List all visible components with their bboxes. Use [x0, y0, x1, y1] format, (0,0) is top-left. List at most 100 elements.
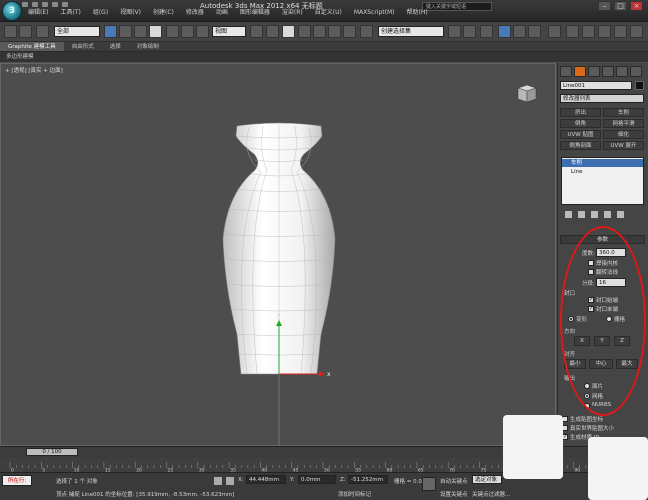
new-file-icon[interactable] — [22, 2, 28, 7]
perspective-viewport[interactable]: + [透视] [真实 + 边面] x y — [0, 63, 557, 447]
minimize-icon[interactable]: – — [598, 1, 611, 11]
rendered-frame-icon[interactable] — [582, 25, 595, 38]
redo-icon[interactable] — [62, 2, 68, 7]
undo-icon[interactable] — [4, 25, 17, 38]
show-end-result-icon[interactable] — [578, 211, 585, 218]
manipulate-icon[interactable] — [266, 25, 279, 38]
menu-create[interactable]: 创建(C) — [147, 8, 180, 18]
selection-filter-dropdown[interactable]: 全部 — [54, 26, 100, 37]
material-editor-icon[interactable] — [548, 25, 561, 38]
render-icon[interactable] — [598, 25, 611, 38]
y-coordinate-field[interactable]: 0.0mm — [298, 475, 336, 484]
make-unique-icon[interactable] — [591, 211, 598, 218]
uvw-map-button[interactable]: UVW 贴图 — [560, 130, 601, 139]
maximize-icon[interactable]: □ — [614, 1, 627, 11]
menu-group[interactable]: 组(G) — [87, 8, 114, 18]
menu-rendering[interactable]: 渲染(R) — [276, 8, 309, 18]
window-crossing-icon[interactable] — [149, 25, 162, 38]
maxscript-listener-badge[interactable]: 所在行: — [2, 475, 32, 486]
menu-maxscript[interactable]: MAXScript(M) — [348, 8, 401, 18]
z-label: Z: — [340, 477, 346, 483]
scale-icon[interactable] — [196, 25, 209, 38]
utilities-tab-icon[interactable] — [630, 66, 642, 77]
rotate-icon[interactable] — [181, 25, 194, 38]
vase-model[interactable]: x y — [1, 64, 557, 447]
link-icon[interactable] — [36, 25, 49, 38]
tab-freeform[interactable]: 自由形式 — [64, 42, 102, 51]
open-file-icon[interactable] — [32, 2, 38, 7]
motion-tab-icon[interactable] — [602, 66, 614, 77]
modifier-list-dropdown[interactable]: 修改器列表 — [560, 94, 644, 103]
redo-icon[interactable] — [19, 25, 32, 38]
display-tab-icon[interactable] — [616, 66, 628, 77]
absolute-mode-icon[interactable] — [226, 477, 234, 485]
time-slider[interactable]: 0 / 100 — [26, 448, 78, 456]
menu-animation[interactable]: 动画 — [210, 8, 234, 18]
configure-sets-icon[interactable] — [617, 211, 624, 218]
modify-tab-icon[interactable] — [574, 66, 586, 77]
menu-customize[interactable]: 自定义(U) — [309, 8, 348, 18]
menu-edit[interactable]: 编辑(E) — [22, 8, 54, 18]
tab-object-paint[interactable]: 对象绘制 — [129, 42, 167, 51]
ribbon-panel-label[interactable]: 多边形建模 — [0, 52, 648, 62]
key-filters-button[interactable]: 关键点过滤器... — [472, 490, 510, 498]
remove-modifier-icon[interactable] — [604, 211, 611, 218]
schematic-view-icon[interactable] — [528, 25, 541, 38]
add-time-tag[interactable]: 添加时间标记 — [338, 490, 371, 498]
named-selection-dropdown[interactable]: 创建选择集 — [378, 26, 444, 37]
z-coordinate-field[interactable]: -51.252mm — [348, 475, 388, 484]
object-name-field[interactable]: Line001 — [560, 81, 632, 90]
object-color-swatch[interactable] — [635, 81, 644, 90]
tab-graphite[interactable]: Graphite 建模工具 — [0, 42, 64, 51]
graphite-toggle-icon[interactable] — [498, 25, 511, 38]
modifier-stack[interactable]: 车削 Line — [561, 157, 644, 205]
spinner-snap-icon[interactable] — [343, 25, 356, 38]
bevel-profile-button[interactable]: 倒角剖面 — [560, 141, 601, 150]
render-setup-icon[interactable] — [566, 25, 579, 38]
save-icon[interactable] — [42, 2, 48, 7]
align-icon[interactable] — [463, 25, 476, 38]
close-icon[interactable]: × — [630, 1, 643, 11]
hierarchy-tab-icon[interactable] — [588, 66, 600, 77]
menu-help[interactable]: 帮助(H) — [401, 8, 434, 18]
pivot-icon[interactable] — [250, 25, 263, 38]
lathe-button[interactable]: 车削 — [603, 108, 644, 117]
edit-named-selections-icon[interactable] — [360, 25, 373, 38]
tab-selection[interactable]: 选择 — [102, 42, 129, 51]
app-logo-icon[interactable]: 3 — [2, 1, 22, 21]
extrude-button[interactable]: 挤出 — [560, 108, 601, 117]
menu-views[interactable]: 视图(V) — [114, 8, 147, 18]
key-mode-icon[interactable] — [422, 477, 436, 491]
auto-key-button[interactable]: 自动关键点 — [440, 477, 468, 485]
set-key-button[interactable]: 设置关键点 — [440, 490, 468, 498]
select-by-name-icon[interactable] — [119, 25, 132, 38]
menu-modifiers[interactable]: 修改器 — [180, 8, 210, 18]
layer-manager-icon[interactable] — [480, 25, 493, 38]
menu-tools[interactable]: 工具(T) — [54, 8, 86, 18]
snap-icon[interactable] — [298, 25, 311, 38]
undo-icon[interactable] — [52, 2, 58, 7]
move-icon[interactable] — [166, 25, 179, 38]
lock-selection-icon[interactable] — [214, 477, 222, 485]
stack-item-lathe[interactable]: 车削 — [562, 159, 643, 167]
pin-stack-icon[interactable] — [565, 211, 572, 218]
selected-object-dropdown[interactable]: 选定对象 — [472, 475, 502, 484]
keyboard-shortcut-icon[interactable] — [282, 25, 295, 38]
unwrap-uvw-button[interactable]: UVW 展开 — [603, 141, 644, 150]
create-tab-icon[interactable] — [560, 66, 572, 77]
angle-snap-icon[interactable] — [313, 25, 326, 38]
mirror-icon[interactable] — [448, 25, 461, 38]
meshsmooth-button[interactable]: 网格平滑 — [603, 119, 644, 128]
select-object-icon[interactable] — [104, 25, 117, 38]
menu-graph-editors[interactable]: 图形编辑器 — [234, 8, 276, 18]
reference-coord-dropdown[interactable]: 视图 — [212, 26, 246, 37]
region-select-icon[interactable] — [134, 25, 147, 38]
tessellate-button[interactable]: 细化 — [603, 130, 644, 139]
render-production-icon[interactable] — [614, 25, 627, 38]
x-coordinate-field[interactable]: 44.448mm — [246, 475, 286, 484]
stack-item-line[interactable]: Line — [562, 168, 643, 176]
curve-editor-icon[interactable] — [513, 25, 526, 38]
expand-icon[interactable] — [630, 25, 643, 38]
percent-snap-icon[interactable] — [328, 25, 341, 38]
bevel-button[interactable]: 倒角 — [560, 119, 601, 128]
